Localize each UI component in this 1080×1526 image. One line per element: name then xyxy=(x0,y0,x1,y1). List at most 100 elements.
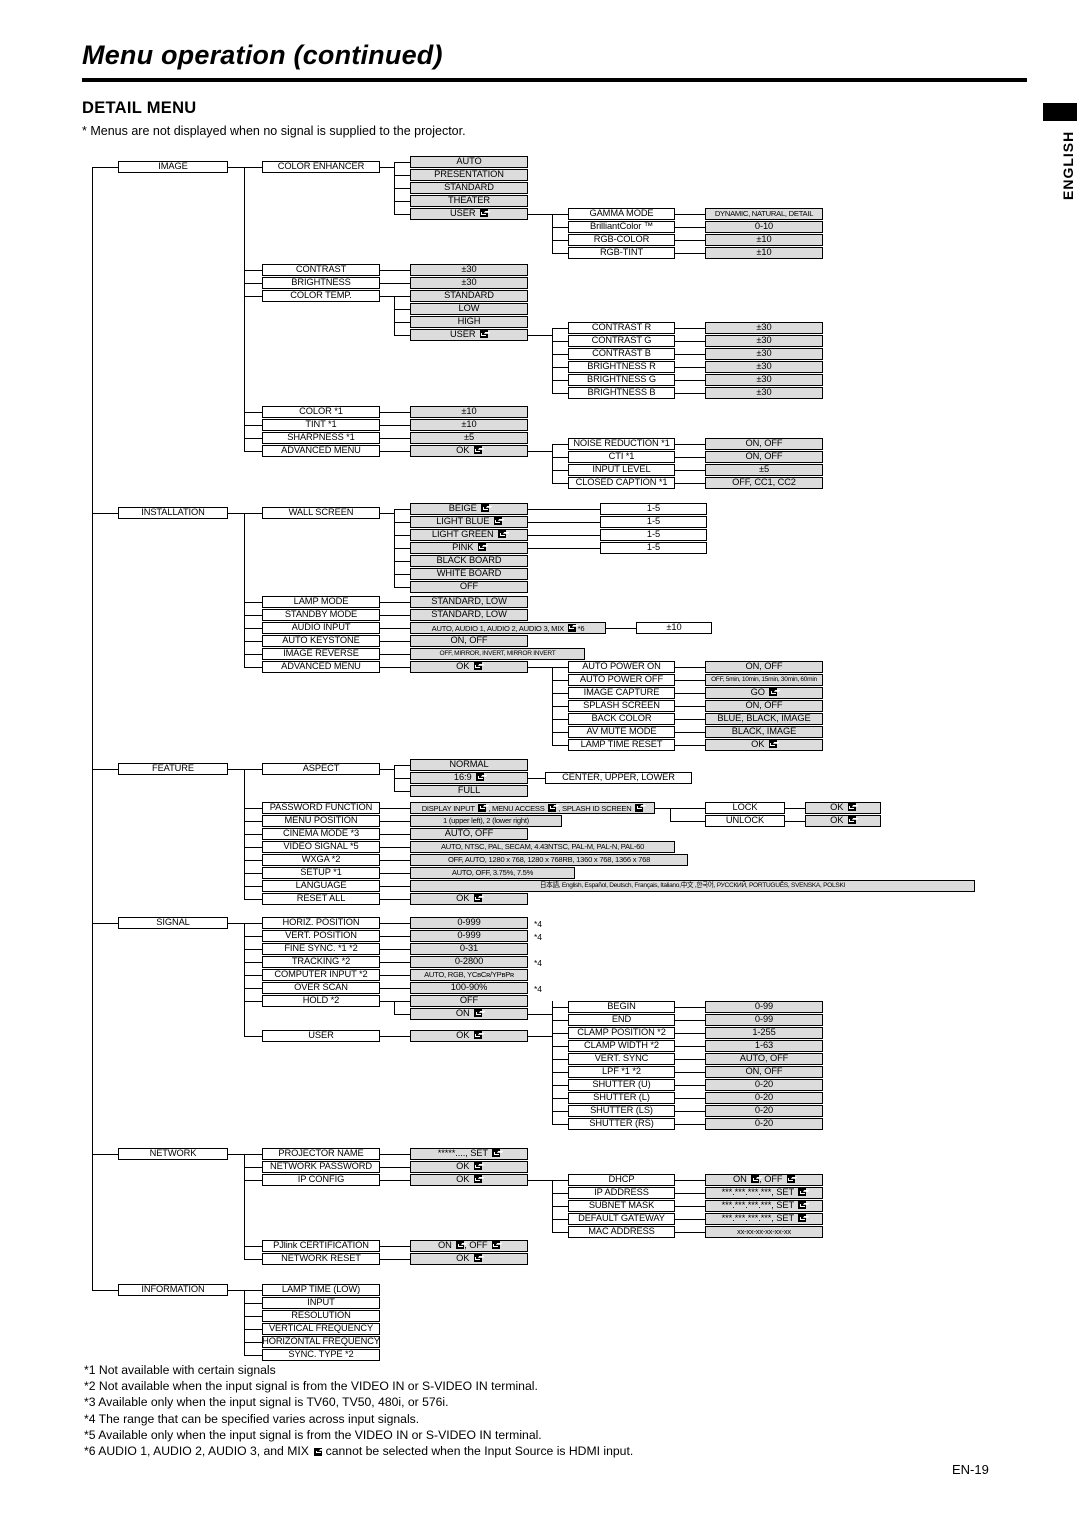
connector-line xyxy=(380,296,394,297)
node-installation-value: STANDARD, LOW xyxy=(410,609,528,621)
node-feature-item: WXGA *2 xyxy=(262,854,380,866)
connector-line xyxy=(244,667,262,668)
tree-node-label: ADVANCED MENU xyxy=(281,445,361,456)
tree-node-label: ±5 xyxy=(463,432,475,443)
connector-line xyxy=(675,1020,705,1021)
tree-node-label: SHUTTER (L) xyxy=(593,1092,650,1103)
tree-node-label: ***.***.***.***, SET xyxy=(722,1188,807,1197)
node-cinema-mode-value: AUTO, OFF xyxy=(410,828,528,840)
connector-line xyxy=(528,522,600,523)
node-signal-value: AUTO, RGB, YCʙCʀ/YPʙPʀ xyxy=(410,969,528,981)
node-image-adv-item: NOISE REDUCTION *1 xyxy=(568,438,675,450)
connector-line xyxy=(92,1290,118,1291)
enter-key-icon xyxy=(498,530,507,539)
node-signal-value: OFF xyxy=(410,995,528,1007)
node-audio-input-sub: ±10 xyxy=(636,622,712,634)
tree-node-label: LIGHT BLUE xyxy=(436,517,502,526)
connector-line xyxy=(552,214,568,215)
node-wall-screen-level: 1-5 xyxy=(600,529,707,541)
connector-line xyxy=(675,341,705,342)
enter-key-icon xyxy=(473,446,482,455)
node-install-adv-item: AUTO POWER ON xyxy=(568,661,675,673)
connector-line xyxy=(675,1098,705,1099)
connector-line xyxy=(380,1246,410,1247)
tree-node-label: ±30 xyxy=(756,322,772,333)
node-ipconfig-item: DEFAULT GATEWAY xyxy=(568,1213,675,1225)
node-gamma-item: BrilliantColor ™ xyxy=(568,221,675,233)
tree-node-label: OK xyxy=(830,803,856,812)
connector-line xyxy=(244,296,262,297)
node-network-value: OK xyxy=(410,1174,528,1186)
tree-node-label: INPUT xyxy=(307,1297,335,1308)
connector-line xyxy=(380,899,410,900)
connector-line xyxy=(92,769,118,770)
connector-line xyxy=(675,240,705,241)
node-brightness-value: ±30 xyxy=(410,277,528,289)
tree-node-label: BEGIN xyxy=(607,1001,636,1012)
tree-node-label: USER xyxy=(308,1030,334,1041)
tree-node-label: PRESENTATION xyxy=(434,169,504,180)
node-feature-item: MENU POSITION xyxy=(262,815,380,827)
tree-node-label: AUTO, RGB, YCʙCʀ/YPʙPʀ xyxy=(424,970,514,980)
tree-node-label: BRIGHTNESS G xyxy=(586,374,657,385)
node-colortemp-user-value: ±30 xyxy=(705,374,823,386)
enter-key-icon xyxy=(473,1175,482,1184)
tree-node-label: TRACKING *2 xyxy=(291,956,351,967)
connector-line xyxy=(380,821,410,822)
tree-node-label: 1-5 xyxy=(646,516,661,527)
node-ipconfig-item: DHCP xyxy=(568,1174,675,1186)
connector-line xyxy=(380,1154,410,1155)
connector-line xyxy=(675,1072,705,1073)
tree-node-label: ±30 xyxy=(756,361,772,372)
node-information-item: SYNC. TYPE *2 xyxy=(262,1349,380,1361)
node-gamma-value: DYNAMIC, NATURAL, DETAIL xyxy=(705,208,823,220)
connector-line xyxy=(528,1180,552,1181)
node-installation-value: STANDARD, LOW xyxy=(410,596,528,608)
tree-node-label: SYNC. TYPE *2 xyxy=(288,1349,354,1360)
tree-node-label: STANDARD, LOW xyxy=(431,596,507,607)
node-signal-value: 0-2800 xyxy=(410,956,528,968)
enter-key-icon xyxy=(477,543,486,552)
connector-line xyxy=(552,1219,568,1220)
tree-node-label: ON, OFF xyxy=(745,661,783,672)
node-wall-screen-value: WHITE BOARD xyxy=(410,568,528,580)
node-information-item: INPUT xyxy=(262,1297,380,1309)
connector-line xyxy=(675,1219,705,1220)
connector-line xyxy=(552,1020,568,1021)
connector-line xyxy=(675,367,705,368)
node-information-item: VERTICAL FREQUENCY xyxy=(262,1323,380,1335)
tree-node-label: 0-2800 xyxy=(454,956,484,967)
node-wall-screen-value: PINK xyxy=(410,542,528,554)
connector-line xyxy=(552,214,553,253)
node-network-item: PJlink CERTIFICATION xyxy=(262,1240,380,1252)
connector-line xyxy=(552,393,568,394)
node-ipconfig-item: IP ADDRESS xyxy=(568,1187,675,1199)
connector-line xyxy=(394,296,410,297)
node-video-signal-value: AUTO, NTSC, PAL, SECAM, 4.43NTSC, PAL-M,… xyxy=(410,841,675,853)
connector-line xyxy=(675,1059,705,1060)
tree-node-label: NORMAL xyxy=(449,759,489,770)
connector-line xyxy=(675,680,705,681)
tree-node-label: LPF *1 *2 xyxy=(602,1066,641,1077)
connector-line xyxy=(380,769,394,770)
tree-node-label: SIGNAL xyxy=(156,917,190,928)
tree-node-label: WXGA *2 xyxy=(301,854,341,865)
connector-line xyxy=(552,354,568,355)
connector-line xyxy=(244,1342,262,1343)
tree-node-label: CONTRAST R xyxy=(591,322,652,333)
connector-line xyxy=(552,483,568,484)
footnote: *5 Available only when the input signal … xyxy=(84,1427,542,1442)
tree-node-label: LAMP MODE xyxy=(293,596,349,607)
node-menu-position-value: 1 (upper left), 2 (lower right) xyxy=(410,815,562,827)
connector-line xyxy=(552,1059,568,1060)
tree-node-label: HORIZONTAL FREQUENCY xyxy=(262,1336,380,1347)
connector-line xyxy=(380,654,410,655)
connector-line xyxy=(552,1111,568,1112)
connector-line xyxy=(552,745,568,746)
node-colortemp-user-item: BRIGHTNESS R xyxy=(568,361,675,373)
connector-line xyxy=(528,335,552,336)
tree-node-label: LAMP TIME (LOW) xyxy=(281,1284,361,1295)
connector-line xyxy=(675,470,705,471)
tree-node-label: CLAMP WIDTH *2 xyxy=(584,1040,659,1051)
tree-node-label: CONTRAST xyxy=(295,264,347,275)
